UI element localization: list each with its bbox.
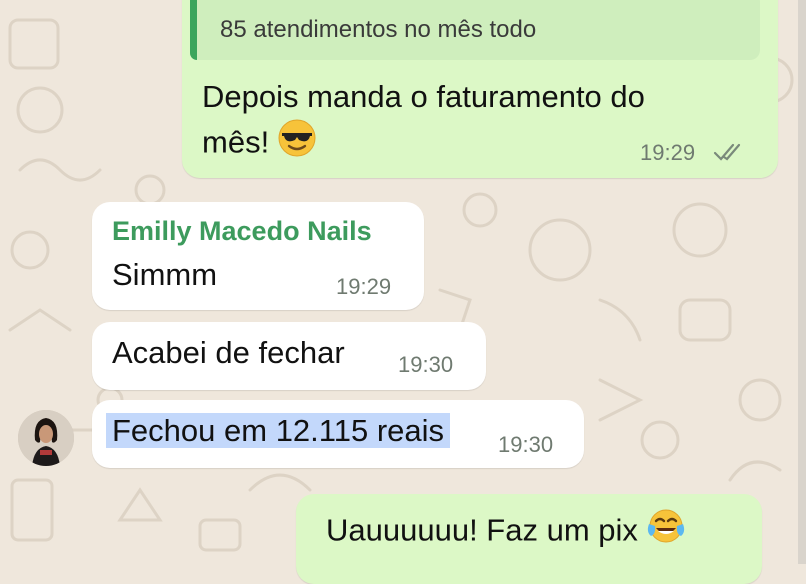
- tears-of-joy-face-icon: [646, 506, 686, 559]
- message-text-line2: mês!: [202, 118, 317, 171]
- message-text-selection: Fechou em 12.115 reais: [106, 408, 451, 454]
- sunglasses-face-icon: [277, 118, 317, 171]
- message-time: 19:30: [398, 352, 454, 377]
- quote-accent-bar: [190, 0, 197, 60]
- sender-name[interactable]: Emilly Macedo Nails: [112, 216, 372, 247]
- message-text: mês!: [202, 124, 270, 160]
- window-edge: [798, 0, 806, 564]
- message-text: Uauuuuuu! Faz um pix: [326, 512, 638, 548]
- contact-avatar[interactable]: [18, 410, 74, 466]
- message-text: Fechou em 12.115 reais: [106, 413, 451, 448]
- outgoing-message-bubble[interactable]: 85 atendimentos no mês todo Depois manda…: [182, 0, 778, 178]
- incoming-message-bubble[interactable]: Acabei de fechar 19:30: [92, 322, 486, 390]
- message-time: 19:29: [336, 274, 392, 299]
- message-text: Simmm: [112, 257, 218, 292]
- incoming-message-bubble[interactable]: Emilly Macedo Nails Simmm 19:29: [92, 202, 424, 310]
- message-text: Depois manda o faturamento do: [202, 79, 645, 114]
- read-ticks-icon: [713, 143, 741, 161]
- outgoing-message-bubble[interactable]: Uauuuuuu! Faz um pix: [296, 494, 762, 584]
- message-text-line: Uauuuuuu! Faz um pix: [326, 506, 686, 559]
- quoted-message-text: 85 atendimentos no mês todo: [220, 16, 537, 43]
- message-time: 19:29: [640, 140, 696, 165]
- incoming-message-bubble[interactable]: Fechou em 12.115 reais 19:30: [92, 400, 584, 468]
- message-text: Acabei de fechar: [112, 335, 345, 370]
- quoted-message[interactable]: 85 atendimentos no mês todo: [190, 0, 760, 60]
- message-time: 19:30: [498, 432, 554, 457]
